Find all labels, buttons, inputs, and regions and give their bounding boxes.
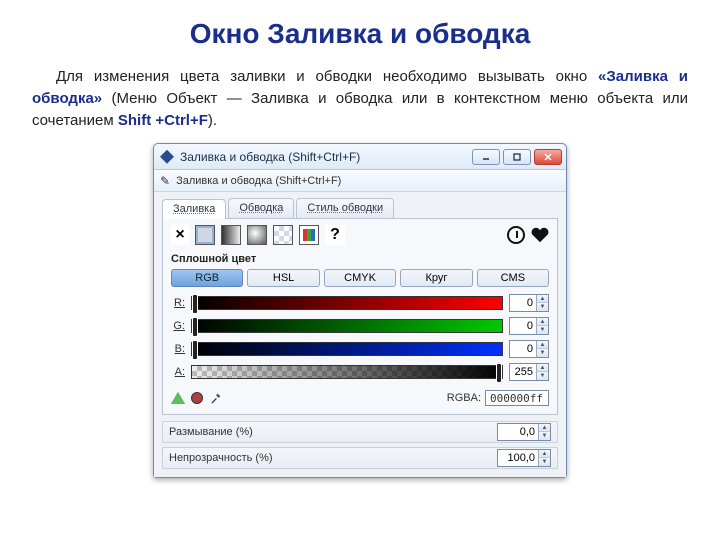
- record-icon[interactable]: [191, 392, 203, 404]
- page-title: Окно Заливка и обводка: [28, 18, 692, 50]
- paint-flat-icon[interactable]: [195, 225, 215, 245]
- paint-swatch-icon[interactable]: [299, 225, 319, 245]
- picker-tools-row: RGBA: 000000ff: [171, 390, 549, 406]
- clock-icon[interactable]: [507, 226, 525, 244]
- app-icon: [160, 150, 174, 164]
- paint-radial-icon[interactable]: [247, 225, 267, 245]
- blur-row: Размывание (%) 0,0▲▼: [162, 421, 558, 443]
- tab-fill[interactable]: Заливка: [162, 199, 226, 219]
- opacity-label: Непрозрачность (%): [169, 452, 497, 464]
- rgba-label: RGBA:: [447, 392, 481, 404]
- tab-strip: Заливка Обводка Стиль обводки: [162, 198, 558, 218]
- panel-subheading: Сплошной цвет: [171, 253, 549, 265]
- channel-sliders: R 0▲▼ G 0▲▼ B 0▲▼ A: [171, 293, 549, 382]
- para-emph-2: Shift +Ctrl+F: [118, 112, 208, 129]
- spin-r[interactable]: 0▲▼: [509, 294, 549, 312]
- tab-stroke[interactable]: Обводка: [228, 198, 294, 218]
- color-mode-bar: RGB HSL CMYK Круг CMS: [171, 269, 549, 287]
- paint-none-icon[interactable]: ×: [171, 225, 189, 245]
- spin-b[interactable]: 0▲▼: [509, 340, 549, 358]
- slider-b[interactable]: [191, 342, 503, 356]
- close-button[interactable]: [534, 149, 562, 165]
- blur-label: Размывание (%): [169, 426, 497, 438]
- spin-down-icon[interactable]: ▼: [536, 372, 548, 380]
- paint-unknown-icon[interactable]: ?: [325, 225, 345, 245]
- spin-down-icon[interactable]: ▼: [536, 349, 548, 357]
- spin-up-icon[interactable]: ▲: [538, 424, 550, 432]
- label-b: B: [171, 343, 185, 355]
- label-g: G: [171, 320, 185, 332]
- para-text-1: Для изменения цвета заливки и обводки не…: [56, 68, 598, 85]
- paint-pattern-icon[interactable]: [273, 225, 293, 245]
- window-toolbar: ✎ Заливка и обводка (Shift+Ctrl+F): [154, 170, 566, 192]
- paint-type-row: × ?: [171, 225, 549, 245]
- spin-up-icon[interactable]: ▲: [536, 295, 548, 303]
- spin-up-icon[interactable]: ▲: [538, 450, 550, 458]
- mode-wheel[interactable]: Круг: [400, 269, 472, 287]
- spin-up-icon[interactable]: ▲: [536, 318, 548, 326]
- minimize-button[interactable]: [472, 149, 500, 165]
- window-titlebar[interactable]: Заливка и обводка (Shift+Ctrl+F): [154, 144, 566, 170]
- eyedropper-icon[interactable]: [209, 391, 223, 405]
- label-r: R: [171, 297, 185, 309]
- opacity-row: Непрозрачность (%) 100,0▲▼: [162, 447, 558, 469]
- tab-panel: × ? Сплошной цвет RGB HSL CMYK Круг: [162, 218, 558, 415]
- rgba-input[interactable]: 000000ff: [485, 390, 549, 406]
- spin-up-icon[interactable]: ▲: [536, 341, 548, 349]
- paint-linear-icon[interactable]: [221, 225, 241, 245]
- label-a: A: [171, 366, 185, 378]
- spin-up-icon[interactable]: ▲: [536, 364, 548, 372]
- fill-stroke-window: Заливка и обводка (Shift+Ctrl+F) ✎ Залив…: [153, 143, 567, 478]
- mode-cmyk[interactable]: CMYK: [324, 269, 396, 287]
- slider-a[interactable]: [191, 365, 503, 379]
- slider-g[interactable]: [191, 319, 503, 333]
- mode-hsl[interactable]: HSL: [247, 269, 319, 287]
- spin-g[interactable]: 0▲▼: [509, 317, 549, 335]
- spin-down-icon[interactable]: ▼: [536, 326, 548, 334]
- row-a: A 255▲▼: [171, 362, 549, 382]
- mode-rgb[interactable]: RGB: [171, 269, 243, 287]
- maximize-button[interactable]: [503, 149, 531, 165]
- row-b: B 0▲▼: [171, 339, 549, 359]
- spin-down-icon[interactable]: ▼: [538, 458, 550, 466]
- play-icon[interactable]: [171, 392, 185, 404]
- toolbar-title: Заливка и обводка (Shift+Ctrl+F): [176, 175, 341, 187]
- mode-cms[interactable]: CMS: [477, 269, 549, 287]
- tab-stroke-style[interactable]: Стиль обводки: [296, 198, 394, 218]
- spin-down-icon[interactable]: ▼: [538, 432, 550, 440]
- row-g: G 0▲▼: [171, 316, 549, 336]
- window-title: Заливка и обводка (Shift+Ctrl+F): [180, 150, 472, 164]
- opacity-spin[interactable]: 100,0▲▼: [497, 449, 551, 467]
- slider-r[interactable]: [191, 296, 503, 310]
- para-text-3: ).: [208, 112, 217, 129]
- heart-icon[interactable]: [531, 227, 549, 243]
- spin-down-icon[interactable]: ▼: [536, 303, 548, 311]
- pen-icon: ✎: [160, 174, 170, 188]
- spin-a[interactable]: 255▲▼: [509, 363, 549, 381]
- blur-spin[interactable]: 0,0▲▼: [497, 423, 551, 441]
- description-paragraph: Для изменения цвета заливки и обводки не…: [32, 66, 688, 131]
- row-r: R 0▲▼: [171, 293, 549, 313]
